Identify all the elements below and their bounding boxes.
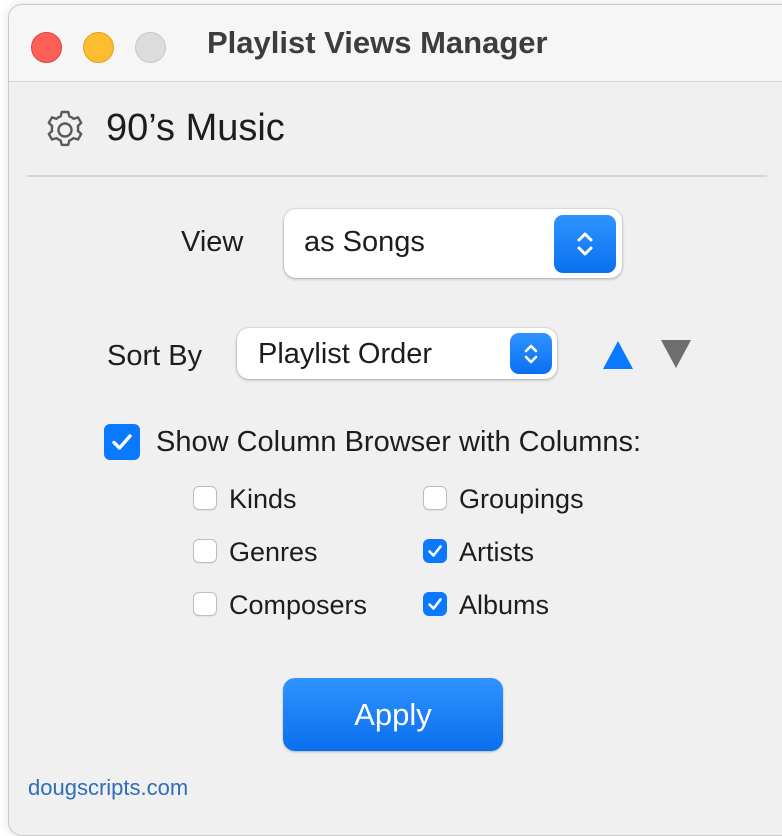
chevron-up-down-icon (577, 232, 593, 256)
sort-by-label: Sort By (107, 340, 203, 372)
zoom-button[interactable] (135, 32, 166, 63)
composers-label: Composers (229, 590, 368, 620)
artists-checkbox[interactable] (423, 539, 447, 563)
playlist-title: 90’s Music (106, 107, 285, 149)
genres-checkbox[interactable] (193, 539, 217, 563)
sort-ascending-button[interactable] (602, 339, 634, 370)
composers-checkbox[interactable] (193, 592, 217, 616)
minimize-button[interactable] (83, 32, 114, 63)
show-column-browser-checkbox[interactable] (104, 424, 140, 460)
footer-credit: dougscripts.com (28, 775, 189, 800)
show-column-browser-label: Show Column Browser with Columns: (156, 426, 642, 458)
kinds-label: Kinds (229, 484, 297, 514)
view-select[interactable]: as Songs (284, 209, 622, 278)
window-title: Playlist Views Manager (207, 25, 548, 60)
divider (27, 175, 767, 177)
artists-label: Artists (459, 537, 535, 567)
view-label: View (181, 226, 244, 258)
view-select-value: as Songs (304, 226, 425, 258)
close-button[interactable] (31, 32, 62, 63)
groupings-label: Groupings (459, 484, 584, 514)
title-bar: Playlist Views Manager (9, 5, 782, 82)
sort-by-select-value: Playlist Order (258, 338, 433, 370)
checkmark-icon (428, 598, 442, 610)
kinds-checkbox[interactable] (193, 486, 217, 510)
genres-label: Genres (229, 537, 318, 567)
checkmark-icon (428, 545, 442, 557)
chevron-up-down-icon (524, 344, 538, 363)
apply-button[interactable]: Apply (283, 678, 503, 751)
gear-icon (47, 110, 83, 147)
sort-descending-button[interactable] (660, 339, 692, 370)
groupings-checkbox[interactable] (423, 486, 447, 510)
albums-checkbox[interactable] (423, 592, 447, 616)
albums-label: Albums (459, 590, 550, 620)
checkmark-icon (112, 434, 132, 450)
sort-by-select-stepper[interactable] (510, 333, 552, 374)
sort-by-select[interactable]: Playlist Order (237, 328, 557, 379)
view-select-stepper[interactable] (554, 215, 616, 273)
